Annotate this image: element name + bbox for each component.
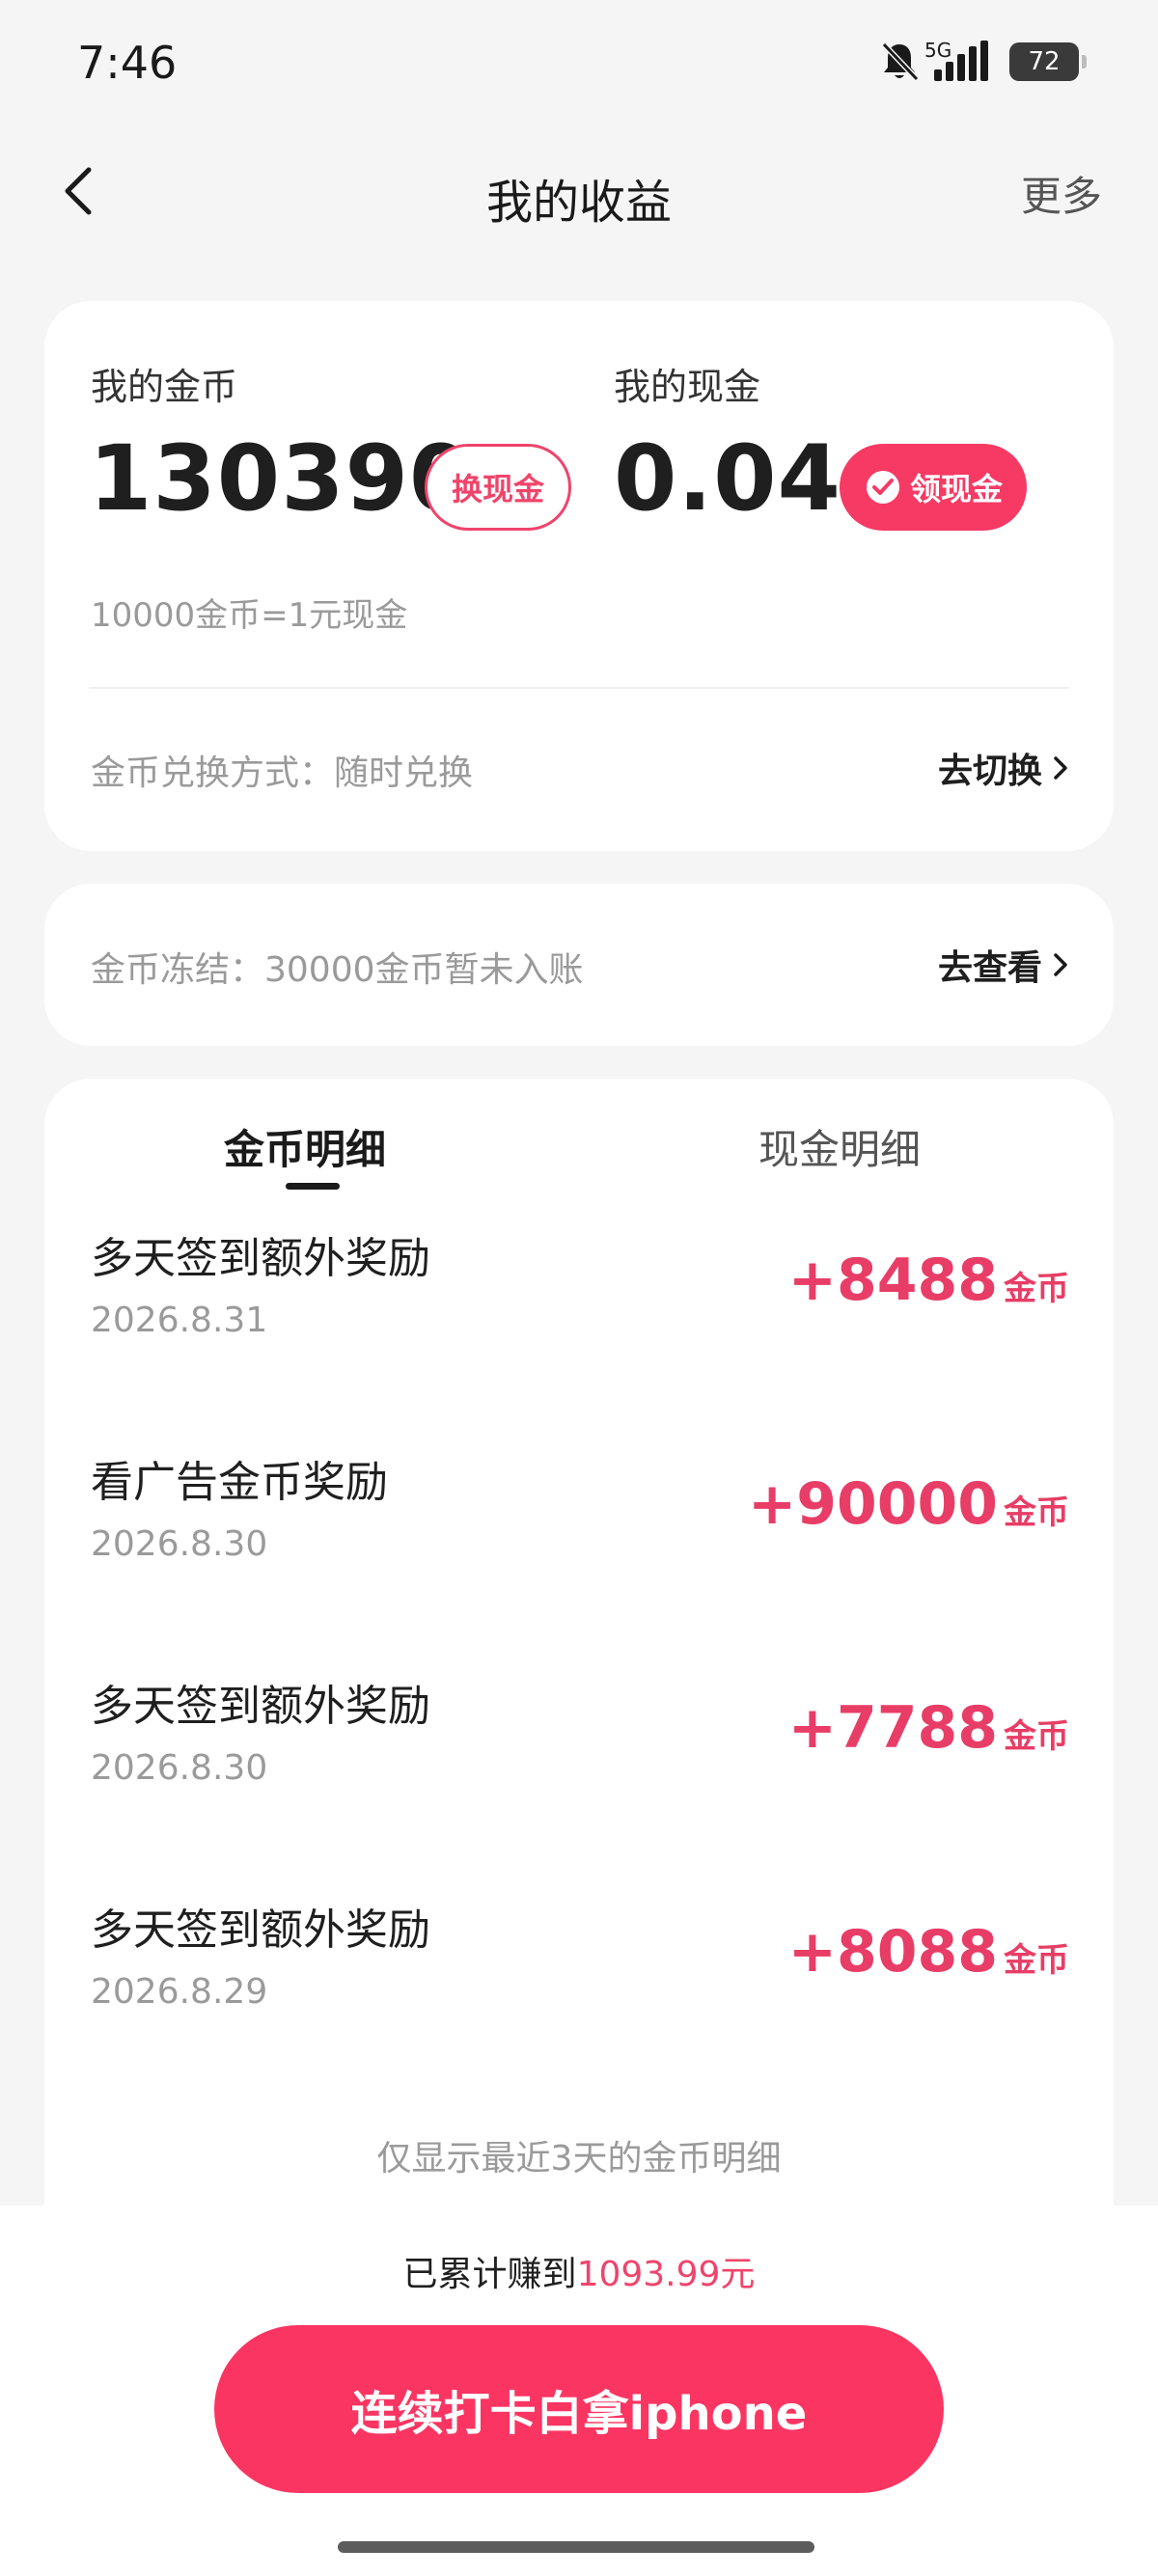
tab-cash-details[interactable]: 现金明细	[758, 1117, 921, 1176]
transaction-title: 多天签到额外奖励	[91, 1234, 430, 1283]
more-button[interactable]: 更多	[1021, 164, 1102, 223]
details-card: 金币明细 现金明细 多天签到额外奖励 2026.8.31 +8488 金币 看广…	[44, 1079, 1114, 2236]
earned-prefix: 已累计赚到	[402, 2255, 577, 2294]
divider	[89, 687, 1069, 689]
switch-link-label: 去切换	[937, 752, 1042, 791]
earnings-page: 7:46 5G 72 我的收益 更多 我的金币 130390 换现金 我的现金 …	[0, 0, 1158, 2576]
list-item: 多天签到额外奖励 2026.8.31 +8488 金币	[44, 1223, 1114, 1447]
view-link-label: 去查看	[937, 948, 1042, 988]
wechat-icon	[864, 468, 902, 507]
chevron-right-icon	[1052, 754, 1069, 782]
amount-unit: 金币	[1004, 1941, 1069, 1980]
transaction-title: 看广告金币奖励	[91, 1458, 388, 1507]
transaction-amount: +90000 金币	[748, 1470, 1069, 1538]
view-frozen-link[interactable]: 去查看	[938, 940, 1069, 990]
battery-icon: 72	[1009, 42, 1087, 81]
details-footnote: 仅显示最近3天的金币明细	[376, 2139, 782, 2179]
balance-card: 我的金币 130390 换现金 我的现金 0.04 领现金 10000金币=1元…	[44, 301, 1114, 851]
transaction-list: 多天签到额外奖励 2026.8.31 +8488 金币 看广告金币奖励 2026…	[44, 1223, 1114, 2119]
switch-mode-link[interactable]: 去切换	[938, 743, 1069, 793]
battery-level: 72	[1028, 47, 1061, 76]
tab-coin-details[interactable]: 金币明细	[224, 1117, 386, 1176]
amount-value: +7788	[787, 1694, 998, 1762]
exchange-rate: 10000金币=1元现金	[91, 596, 408, 635]
amount-unit: 金币	[1004, 1717, 1069, 1756]
transaction-date: 2026.8.30	[91, 1524, 268, 1564]
home-indicator[interactable]	[338, 2541, 814, 2553]
list-item: 多天签到额外奖励 2026.8.30 +7788 金币	[44, 1671, 1114, 1895]
signal-icon	[934, 41, 994, 83]
exchange-cash-button[interactable]: 换现金	[425, 444, 571, 531]
earned-amount: 1093.99元	[576, 2255, 756, 2294]
frozen-coins-text: 金币冻结：30000金币暂未入账	[91, 950, 584, 990]
frozen-coins-card: 金币冻结：30000金币暂未入账 去查看	[44, 884, 1114, 1046]
coins-value: 130390	[89, 426, 474, 532]
bottom-bar: 已累计赚到1093.99元 连续打卡白拿iphone	[0, 2206, 1158, 2576]
page-title: 我的收益	[485, 176, 672, 230]
status-bar: 7:46 5G 72	[0, 0, 1158, 135]
transaction-date: 2026.8.31	[91, 1301, 268, 1340]
total-earned: 已累计赚到1093.99元	[0, 2246, 1158, 2296]
transaction-title: 多天签到额外奖励	[91, 1905, 430, 1955]
coins-label: 我的金币	[91, 366, 238, 408]
withdraw-cash-button[interactable]: 领现金	[840, 444, 1027, 531]
transaction-amount: +8488 金币	[788, 1247, 1069, 1314]
amount-value: +8088	[787, 1918, 998, 1986]
list-item: 看广告金币奖励 2026.8.30 +90000 金币	[44, 1447, 1114, 1671]
list-item: 多天签到额外奖励 2026.8.29 +8088 金币	[44, 1895, 1114, 2119]
transaction-amount: +8088 金币	[788, 1918, 1069, 1986]
amount-value: +90000	[747, 1470, 998, 1538]
amount-value: +8488	[787, 1247, 998, 1314]
transaction-title: 多天签到额外奖励	[91, 1682, 430, 1731]
transaction-amount: +7788 金币	[788, 1694, 1069, 1762]
cash-value: 0.04	[614, 426, 841, 532]
bell-muted-icon	[880, 41, 919, 83]
amount-unit: 金币	[1004, 1270, 1069, 1308]
cash-label: 我的现金	[614, 366, 761, 408]
transaction-date: 2026.8.30	[91, 1748, 268, 1788]
amount-unit: 金币	[1004, 1494, 1069, 1532]
active-tab-indicator	[286, 1183, 340, 1190]
withdraw-label: 领现金	[909, 471, 1003, 507]
exchange-mode: 金币兑换方式：随时兑换	[91, 754, 474, 793]
checkin-cta-button[interactable]: 连续打卡白拿iphone	[214, 2325, 944, 2493]
transaction-date: 2026.8.29	[91, 1972, 268, 2012]
status-time: 7:46	[77, 37, 178, 89]
chevron-right-icon	[1052, 950, 1069, 979]
nav-bar: 我的收益 更多	[0, 135, 1158, 251]
